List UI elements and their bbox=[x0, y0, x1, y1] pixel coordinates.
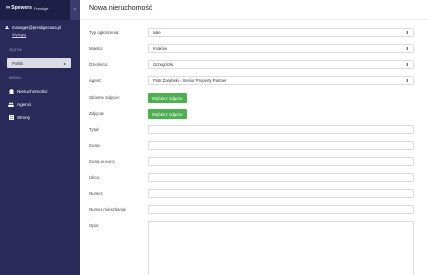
type-label: Typ ogłoszenia: bbox=[89, 30, 120, 35]
pages-icon bbox=[8, 115, 14, 120]
logo-brand: Spewers bbox=[11, 5, 32, 11]
description-label: Opis: bbox=[89, 223, 100, 228]
chevron-left-icon: ‹ bbox=[74, 7, 76, 13]
sidebar: ∞ Spewers Prestige ‹ manager@prestigecas… bbox=[0, 0, 80, 275]
description-textarea[interactable] bbox=[148, 221, 414, 275]
agent-select-value: Piotr Zarębski - Senior Property Partner bbox=[153, 78, 227, 83]
sidebar-item-label: Nieruchomości bbox=[17, 89, 48, 94]
caret-updown-icon: ⬍ bbox=[405, 62, 409, 67]
logout-link[interactable]: Wyloguj bbox=[12, 32, 79, 37]
type-select[interactable]: sale ⬍ bbox=[148, 28, 414, 37]
logo[interactable]: ∞ Spewers Prestige bbox=[6, 5, 49, 11]
main-header: Nowa nieruchomość bbox=[80, 0, 428, 20]
caret-updown-icon: ⬍ bbox=[405, 78, 409, 83]
street-label: Ulica: bbox=[89, 175, 100, 180]
number-input[interactable] bbox=[148, 189, 414, 198]
user-email: manager@prestigecasa.pl bbox=[12, 25, 61, 30]
caret-updown-icon: ⬍ bbox=[405, 30, 409, 35]
sidebar-item-pages[interactable]: Strony bbox=[8, 115, 30, 120]
logo-icon: ∞ bbox=[6, 5, 10, 11]
sidebar-item-label: Strony bbox=[17, 115, 31, 120]
sidebar-item-label: Agenci bbox=[17, 102, 32, 107]
price-label: Cena: bbox=[89, 143, 101, 148]
logo-sub: Prestige bbox=[33, 5, 49, 11]
city-select[interactable]: Kraków ⬍ bbox=[148, 44, 414, 53]
main-image-label: Główne zdjęcie: bbox=[89, 95, 120, 100]
city-label: Miasto: bbox=[89, 46, 104, 51]
user-info: manager@prestigecasa.pl Wyloguj bbox=[5, 25, 79, 37]
apartment-label: Numer mieszkania: bbox=[89, 207, 127, 212]
number-label: Numer: bbox=[89, 191, 104, 196]
sidebar-item-properties[interactable]: Nieruchomości bbox=[8, 89, 47, 94]
price-input[interactable] bbox=[148, 141, 414, 150]
district-label: Dzielnica: bbox=[89, 62, 109, 67]
language-select-value: Polski bbox=[12, 60, 24, 66]
building-icon bbox=[8, 89, 14, 94]
menu-section-label: MENU bbox=[9, 76, 22, 80]
caret-updown-icon: ⬍ bbox=[405, 46, 409, 51]
street-input[interactable] bbox=[148, 173, 414, 182]
apartment-input[interactable] bbox=[148, 205, 414, 214]
page-title: Nowa nieruchomość bbox=[89, 5, 153, 12]
agent-label: Agent: bbox=[89, 78, 102, 83]
sidebar-item-agents[interactable]: Agenci bbox=[8, 102, 31, 107]
images-label: Zdjęcia: bbox=[89, 111, 105, 116]
district-select-value: Grzegórzki bbox=[153, 62, 174, 67]
title-label: Tytuł: bbox=[89, 127, 100, 132]
user-icon bbox=[5, 25, 9, 30]
sidebar-header: ∞ Spewers Prestige ‹ bbox=[0, 0, 80, 20]
images-button[interactable]: Wybierz zdjęcie bbox=[148, 109, 187, 119]
city-select-value: Kraków bbox=[153, 46, 167, 51]
price-eur-label: Cena w euro: bbox=[89, 159, 116, 164]
price-eur-input[interactable] bbox=[148, 157, 414, 166]
type-select-value: sale bbox=[153, 30, 161, 35]
language-section-label: JĘZYK bbox=[9, 48, 23, 52]
title-input[interactable] bbox=[148, 125, 414, 134]
caret-right-icon: ▸ bbox=[63, 60, 66, 66]
main-image-button[interactable]: Wybierz zdjęcie bbox=[148, 93, 187, 103]
users-icon bbox=[8, 102, 14, 107]
collapse-sidebar-button[interactable]: ‹ bbox=[70, 0, 80, 20]
language-select[interactable]: Polski ▸ bbox=[7, 58, 71, 68]
district-select[interactable]: Grzegórzki ⬍ bbox=[148, 60, 414, 69]
agent-select[interactable]: Piotr Zarębski - Senior Property Partner… bbox=[148, 76, 414, 85]
